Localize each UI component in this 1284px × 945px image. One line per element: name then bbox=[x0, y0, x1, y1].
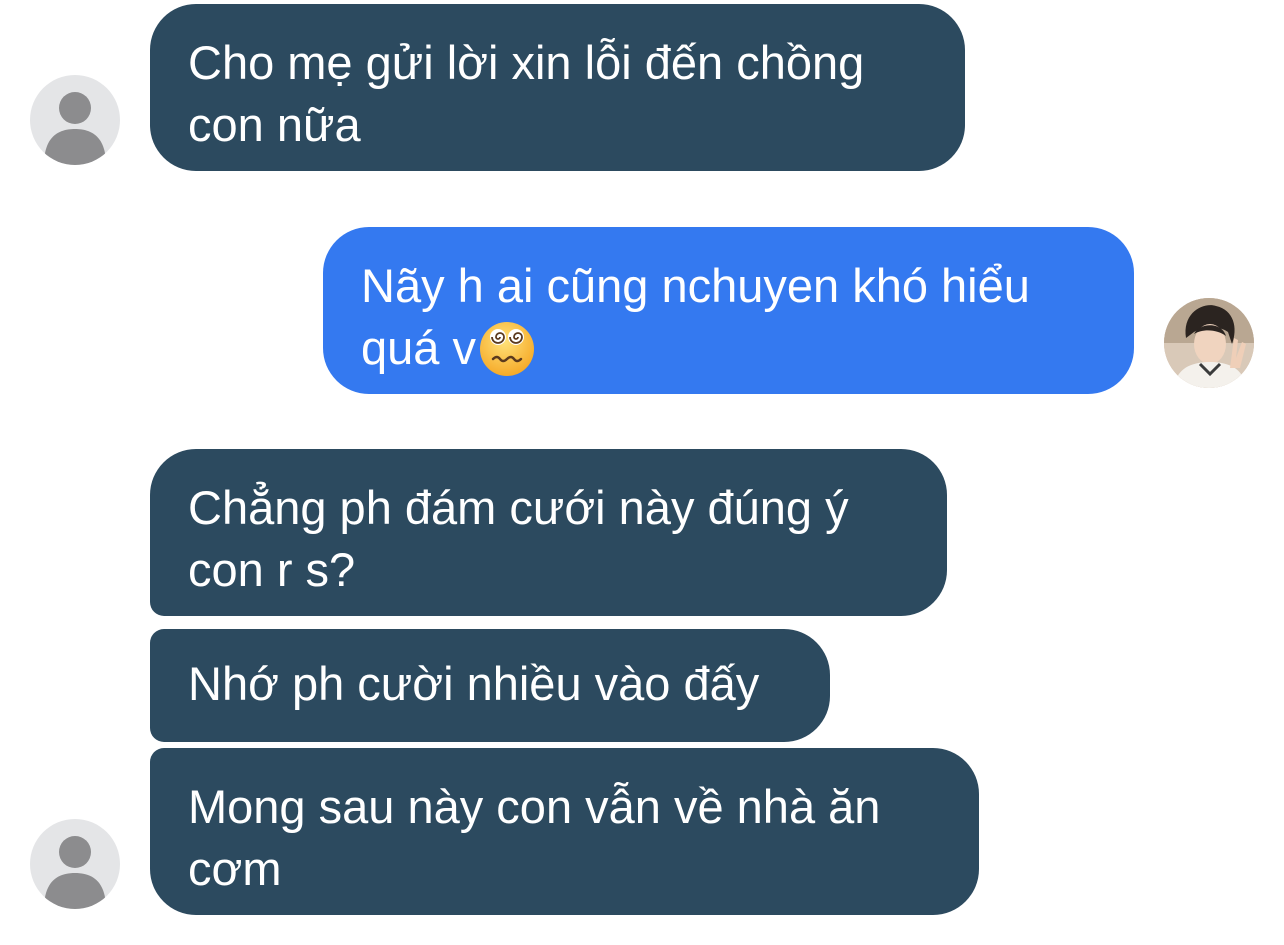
contact-avatar[interactable] bbox=[30, 75, 120, 165]
default-person-icon bbox=[44, 92, 106, 165]
received-message-bubble[interactable]: Mong sau này con vẫn về nhà ăn cơm bbox=[150, 748, 979, 915]
contact-avatar[interactable] bbox=[30, 819, 120, 909]
user-photo-avatar[interactable] bbox=[1164, 298, 1254, 388]
message-text: Nãy h ai cũng nchuyen khó hiểu quá v bbox=[361, 259, 1030, 374]
dizzy-face-emoji bbox=[479, 322, 534, 376]
message-text: Nhớ ph cười nhiều vào đấy bbox=[188, 657, 760, 710]
message-text: Mong sau này con vẫn về nhà ăn cơm bbox=[188, 780, 881, 895]
received-message-bubble[interactable]: Cho mẹ gửi lời xin lỗi đến chồng con nữa bbox=[150, 4, 965, 171]
message-text: Chẳng ph đám cưới này đúng ý con r s? bbox=[188, 481, 849, 596]
sent-message-bubble[interactable]: Nãy h ai cũng nchuyen khó hiểu quá v bbox=[323, 227, 1134, 394]
message-text: Cho mẹ gửi lời xin lỗi đến chồng con nữa bbox=[188, 36, 865, 151]
received-message-bubble[interactable]: Nhớ ph cười nhiều vào đấy bbox=[150, 629, 830, 742]
received-message-bubble[interactable]: Chẳng ph đám cưới này đúng ý con r s? bbox=[150, 449, 947, 616]
default-person-icon bbox=[44, 836, 106, 909]
user-photo-icon bbox=[1164, 298, 1254, 388]
